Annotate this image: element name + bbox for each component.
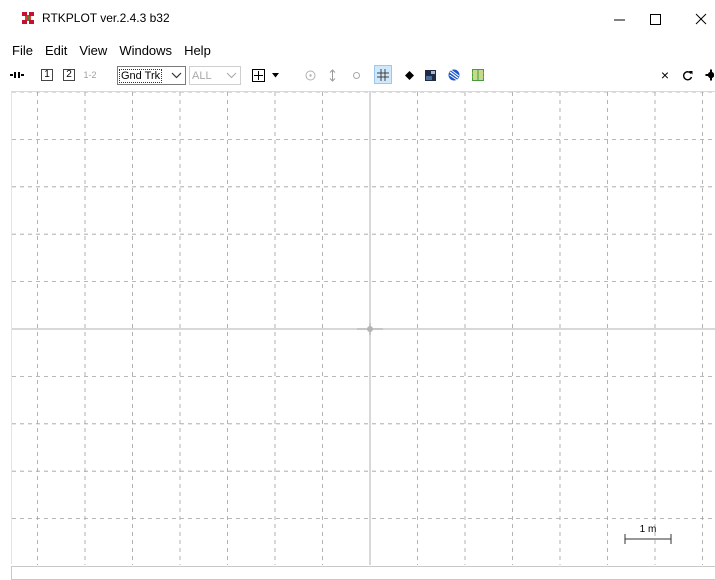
menu-view[interactable]: View [73, 43, 113, 58]
map-icon [472, 69, 484, 81]
minimize-icon [613, 19, 625, 20]
sky-image-button[interactable] [445, 65, 463, 85]
solution-1-button[interactable]: 1 [38, 65, 56, 85]
menu-file[interactable]: File [6, 43, 39, 58]
show-grid-button[interactable] [374, 65, 392, 84]
reload-icon [682, 70, 692, 80]
reload-button[interactable] [679, 65, 695, 85]
crosshair-box-icon [251, 68, 265, 82]
solution-1-2-label: 1-2 [83, 70, 97, 80]
scale-bar-label: 1 m [640, 524, 657, 535]
plug-icon [10, 72, 24, 78]
toolbar: 1 2 1-2 Gnd Trk ALL × [0, 62, 715, 88]
grid-icon [377, 68, 389, 81]
show-map-button[interactable] [469, 65, 487, 85]
show-marker-button[interactable] [400, 65, 418, 85]
vertical-arrows-icon [329, 68, 335, 82]
title-bar: RTKPLOT ver.2.4.3 b32 [0, 0, 715, 38]
center-origin-dropdown[interactable] [268, 65, 282, 85]
center-origin-button[interactable] [249, 65, 267, 85]
fit-range-button[interactable] [349, 65, 363, 85]
center-position-button[interactable] [302, 65, 318, 85]
menu-edit[interactable]: Edit [39, 43, 73, 58]
show-image-button[interactable] [421, 65, 439, 85]
grid-horizontal-lines [12, 92, 715, 520]
status-bar [11, 566, 715, 580]
plot-canvas[interactable]: 1 m [12, 92, 715, 565]
solution-1-2-button[interactable]: 1-2 [81, 65, 99, 85]
solution-2-button[interactable]: 2 [60, 65, 78, 85]
fit-vertical-button[interactable] [325, 65, 339, 85]
close-window-button[interactable] [678, 0, 715, 38]
menu-help[interactable]: Help [178, 43, 217, 58]
maximize-icon [649, 13, 661, 25]
diamond-marker-icon [404, 70, 414, 80]
origin-marker [357, 323, 383, 335]
solution-1-label: 1 [41, 69, 53, 81]
menu-bar: File Edit View Windows Help [0, 40, 715, 60]
gear-icon [705, 69, 714, 81]
connect-button[interactable] [8, 65, 26, 85]
circle-icon [352, 71, 360, 79]
satellite-globe-icon [448, 69, 460, 81]
target-icon [305, 70, 315, 80]
chevron-down-icon [171, 72, 182, 79]
window-title: RTKPLOT ver.2.4.3 b32 [42, 11, 170, 25]
caret-down-icon [271, 72, 279, 77]
satellite-select[interactable]: ALL [189, 66, 241, 85]
chevron-down-icon [226, 72, 237, 79]
close-icon [695, 13, 707, 25]
clear-button[interactable]: × [657, 65, 673, 85]
plot-type-select[interactable]: Gnd Trk [117, 66, 186, 85]
solution-2-label: 2 [63, 69, 75, 81]
options-button[interactable] [701, 65, 715, 85]
rtkplot-app-icon [21, 11, 35, 25]
ground-track-plot[interactable]: 1 m [11, 91, 715, 565]
menu-windows[interactable]: Windows [113, 43, 178, 58]
maximize-button[interactable] [632, 0, 678, 38]
image-icon [424, 69, 436, 81]
plot-type-value: Gnd Trk [118, 68, 163, 83]
clear-label: × [660, 67, 670, 83]
scale-bar: 1 m [624, 524, 672, 544]
satellite-value: ALL [192, 69, 212, 82]
